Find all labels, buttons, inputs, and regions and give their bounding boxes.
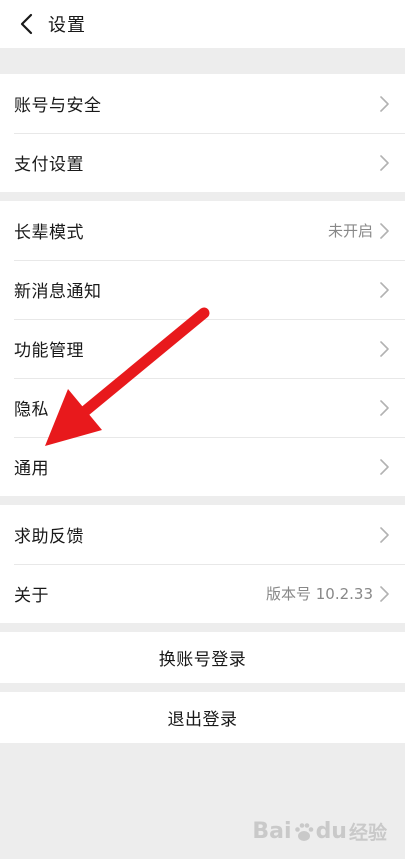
settings-group-account: 账号与安全 支付设置 [0,74,405,192]
watermark-brand-left: Bai [252,819,292,844]
chevron-right-icon [379,281,391,299]
settings-item-value: 未开启 [327,222,373,240]
settings-item-label: 长辈模式 [14,223,84,243]
page-title: 设置 [48,15,86,36]
settings-item-notifications[interactable]: 新消息通知 [0,260,405,319]
settings-item-label: 关于 [14,586,49,606]
settings-item-privacy[interactable]: 隐私 [0,378,405,437]
settings-item-elder-mode[interactable]: 长辈模式 未开启 [0,201,405,260]
settings-item-features[interactable]: 功能管理 [0,319,405,378]
logout-button[interactable]: 退出登录 [0,692,405,743]
chevron-right-icon [379,95,391,113]
baidu-watermark: Bai du 经验 [252,818,387,845]
chevron-right-icon [379,340,391,358]
watermark-suffix: 经验 [348,822,387,844]
settings-item-account-security[interactable]: 账号与安全 [0,74,405,133]
chevron-right-icon [379,399,391,417]
settings-group-help: 求助反馈 关于 版本号 10.2.33 [0,505,405,623]
settings-item-feedback[interactable]: 求助反馈 [0,505,405,564]
settings-item-label: 通用 [14,459,49,479]
chevron-right-icon [379,222,391,240]
chevron-right-icon [379,154,391,172]
watermark-brand-right: du [315,819,347,844]
settings-item-label: 隐私 [14,400,49,420]
settings-item-label: 支付设置 [14,155,84,175]
settings-item-label: 账号与安全 [14,96,102,116]
settings-item-label: 新消息通知 [14,282,102,302]
paw-logo-icon [294,822,313,841]
settings-item-label: 功能管理 [14,341,84,361]
switch-account-button[interactable]: 换账号登录 [0,632,405,683]
chevron-right-icon [379,526,391,544]
top-bar: 设置 [0,0,405,48]
version-text: 版本号 10.2.33 [265,585,373,603]
chevron-right-icon [379,458,391,476]
settings-item-label: 求助反馈 [14,527,84,547]
chevron-right-icon [379,585,391,603]
settings-item-about[interactable]: 关于 版本号 10.2.33 [0,564,405,623]
settings-item-payment[interactable]: 支付设置 [0,133,405,192]
chevron-left-icon[interactable] [14,12,38,36]
settings-group-general: 长辈模式 未开启 新消息通知 功能管理 隐私 通用 [0,201,405,496]
settings-item-general[interactable]: 通用 [0,437,405,496]
